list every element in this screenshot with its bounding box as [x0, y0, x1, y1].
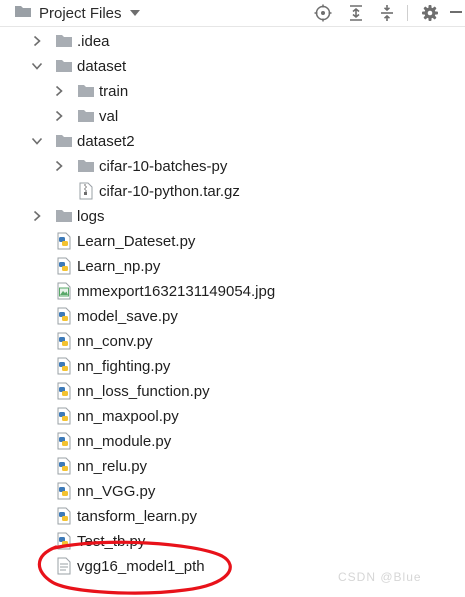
chevron-right-icon[interactable]	[31, 35, 43, 47]
tree-item-label: Test_tb.py	[77, 533, 146, 550]
folder-icon	[77, 107, 95, 125]
tree-item-nn-relu-py[interactable]: nn_relu.py	[0, 454, 465, 479]
tree-item-idea[interactable]: .idea	[0, 29, 465, 54]
tree-item-train[interactable]: train	[0, 79, 465, 104]
image-file-icon	[55, 282, 73, 300]
chevron-right-icon[interactable]	[31, 210, 43, 222]
tree-item-label: nn_loss_function.py	[77, 383, 210, 400]
tree-item-label: nn_conv.py	[77, 333, 153, 350]
tree-item-nn-vgg-py[interactable]: nn_VGG.py	[0, 479, 465, 504]
python-file-icon	[55, 382, 73, 400]
tree-item-dataset2[interactable]: dataset2	[0, 129, 465, 154]
tree-item-learn-np-py[interactable]: Learn_np.py	[0, 254, 465, 279]
tree-item-label: Learn_np.py	[77, 258, 161, 275]
python-file-icon	[55, 407, 73, 425]
project-folder-icon	[14, 3, 32, 23]
tree-item-label: mmexport1632131149054.jpg	[77, 283, 276, 300]
tree-item-logs[interactable]: logs	[0, 204, 465, 229]
tree-item-label: logs	[77, 208, 105, 225]
python-file-icon	[55, 332, 73, 350]
hide-icon[interactable]	[446, 2, 464, 24]
archive-file-icon	[77, 182, 95, 200]
chevron-down-icon[interactable]	[31, 135, 43, 147]
tree-item-label: nn_maxpool.py	[77, 408, 179, 425]
tree-item-val[interactable]: val	[0, 104, 465, 129]
folder-icon	[55, 32, 73, 50]
folder-icon	[77, 82, 95, 100]
tree-item-model-save-py[interactable]: model_save.py	[0, 304, 465, 329]
tree-item-mmexport1632131149054-jpg[interactable]: mmexport1632131149054.jpg	[0, 279, 465, 304]
view-title: Project Files	[39, 4, 122, 22]
expand-all-icon[interactable]	[345, 2, 367, 24]
chevron-right-icon[interactable]	[53, 85, 65, 97]
tree-item-tansform-learn-py[interactable]: tansform_learn.py	[0, 504, 465, 529]
project-view-selector[interactable]: Project Files	[14, 3, 141, 23]
settings-icon[interactable]	[419, 2, 441, 24]
tree-item-label: tansform_learn.py	[77, 508, 198, 525]
tree-item-nn-conv-py[interactable]: nn_conv.py	[0, 329, 465, 354]
python-file-icon	[55, 507, 73, 525]
folder-icon	[55, 57, 73, 75]
tree-item-label: nn_module.py	[77, 433, 172, 450]
tree-item-label: val	[99, 108, 119, 125]
dropdown-arrow-icon	[129, 5, 141, 22]
tree-item-nn-module-py[interactable]: nn_module.py	[0, 429, 465, 454]
tree-item-label: cifar-10-python.tar.gz	[99, 183, 240, 200]
tree-item-label: nn_relu.py	[77, 458, 148, 475]
tree-item-label: Learn_Dateset.py	[77, 233, 196, 250]
folder-icon	[55, 132, 73, 150]
tree-item-label: dataset	[77, 58, 127, 75]
python-file-icon	[55, 532, 73, 550]
tree-item-label: nn_VGG.py	[77, 483, 156, 500]
python-file-icon	[55, 457, 73, 475]
folder-icon	[77, 157, 95, 175]
python-file-icon	[55, 307, 73, 325]
python-file-icon	[55, 357, 73, 375]
tree-item-nn-fighting-py[interactable]: nn_fighting.py	[0, 354, 465, 379]
tree-item-dataset[interactable]: dataset	[0, 54, 465, 79]
tree-item-cifar-10-python-tar-gz[interactable]: cifar-10-python.tar.gz	[0, 179, 465, 204]
tree-item-learn-dateset-py[interactable]: Learn_Dateset.py	[0, 229, 465, 254]
folder-icon	[55, 207, 73, 225]
locate-icon[interactable]	[312, 2, 334, 24]
tree-item-label: model_save.py	[77, 308, 178, 325]
python-file-icon	[55, 482, 73, 500]
tree-item-label: .idea	[77, 33, 110, 50]
chevron-right-icon[interactable]	[53, 160, 65, 172]
tree-item-label: vgg16_model1_pth	[77, 558, 205, 575]
tree-item-nn-loss-function-py[interactable]: nn_loss_function.py	[0, 379, 465, 404]
watermark: CSDN @Blue	[338, 570, 422, 584]
collapse-all-icon[interactable]	[376, 2, 398, 24]
tree-item-nn-maxpool-py[interactable]: nn_maxpool.py	[0, 404, 465, 429]
chevron-right-icon[interactable]	[53, 110, 65, 122]
tree-item-cifar-10-batches-py[interactable]: cifar-10-batches-py	[0, 154, 465, 179]
tree-item-label: dataset2	[77, 133, 135, 150]
tree-item-label: nn_fighting.py	[77, 358, 171, 375]
python-file-icon	[55, 232, 73, 250]
project-toolbar: Project Files	[0, 0, 465, 27]
tree-item-label: cifar-10-batches-py	[99, 158, 228, 175]
chevron-down-icon[interactable]	[31, 60, 43, 72]
python-file-icon	[55, 432, 73, 450]
file-icon	[55, 557, 73, 575]
toolbar-separator	[407, 5, 408, 21]
python-file-icon	[55, 257, 73, 275]
tree-item-label: train	[99, 83, 129, 100]
tree-item-test-tb-py[interactable]: Test_tb.py	[0, 529, 465, 554]
